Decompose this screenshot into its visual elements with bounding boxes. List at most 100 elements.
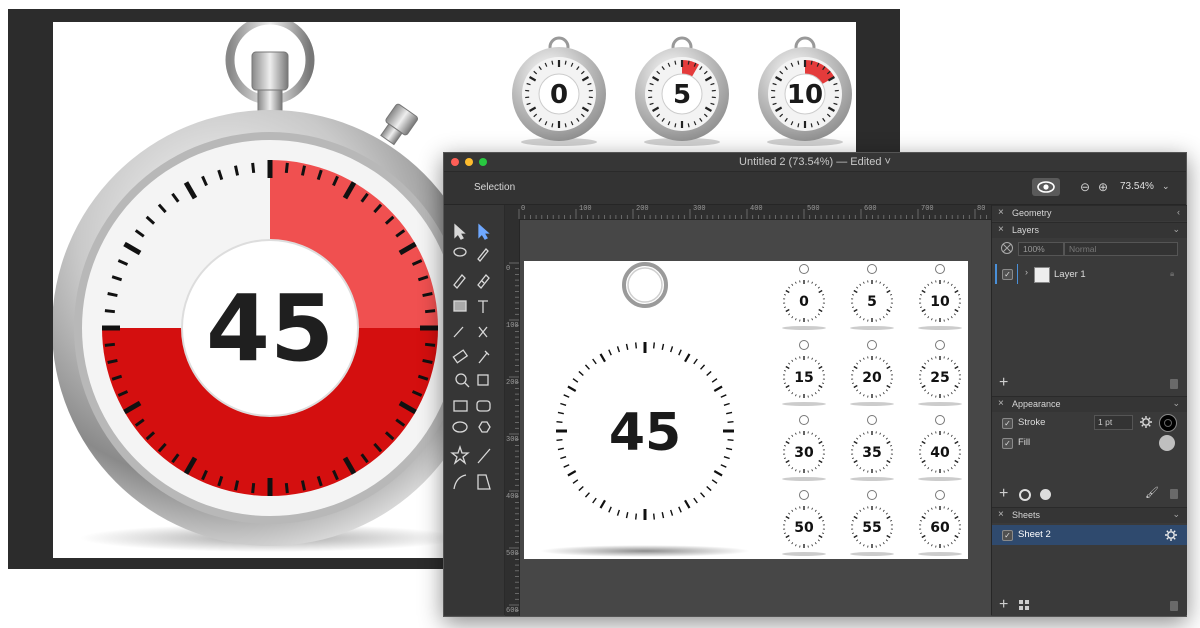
- selection-mode-label[interactable]: Selection: [474, 182, 515, 193]
- zoom-dropdown-chevron-icon[interactable]: ⌄: [1162, 181, 1170, 192]
- stroke-color-swatch[interactable]: [1159, 414, 1177, 432]
- sheet-name[interactable]: Sheet 2: [1018, 529, 1051, 540]
- window-title[interactable]: Untitled 2 (73.54%) — Edited ˅: [444, 156, 1186, 168]
- ruler-label: 0: [521, 205, 526, 213]
- artboard-timer[interactable]: 30: [782, 415, 826, 482]
- big-timer-label: 45: [206, 275, 334, 382]
- ruler-label: 200: [636, 205, 649, 213]
- artboard[interactable]: 45 0 5 10 15 20 25 30 35 40 50 55 60: [524, 261, 968, 559]
- text-tool-icon[interactable]: [478, 300, 488, 313]
- node-tool-icon[interactable]: [478, 223, 490, 240]
- stroke-width-field[interactable]: 1 pt: [1094, 415, 1133, 430]
- pencil-tool-icon[interactable]: [453, 274, 466, 289]
- vector-brush-tool-icon[interactable]: [477, 274, 490, 289]
- transform-tool-icon[interactable]: [477, 374, 489, 386]
- polygon-tool-icon[interactable]: [478, 421, 491, 433]
- add-stroke-icon[interactable]: [1019, 489, 1031, 501]
- pen-tool-icon[interactable]: [477, 248, 489, 262]
- artboard-dial-tick: [599, 353, 606, 363]
- sheets-panel-header[interactable]: × Sheets ⌄: [992, 507, 1187, 523]
- chevron-down-icon[interactable]: ⌄: [1172, 224, 1180, 235]
- appearance-panel-header[interactable]: × Appearance ⌄: [992, 396, 1187, 412]
- zoom-in-icon[interactable]: ⊕: [1098, 180, 1108, 194]
- lock-icon[interactable]: 🔒︎: [1170, 269, 1174, 279]
- horizontal-ruler[interactable]: 0 100 200 300 400 500 600 700 80: [505, 205, 991, 220]
- sheet-grid-icon[interactable]: [1018, 599, 1030, 611]
- chevron-down-icon[interactable]: ⌄: [1172, 398, 1180, 409]
- opacity-icon[interactable]: [1000, 241, 1014, 255]
- stroke-checkbox[interactable]: ✓: [1002, 418, 1013, 429]
- brush-icon[interactable]: 🖌︎: [1145, 486, 1159, 499]
- title-bar[interactable]: Untitled 2 (73.54%) — Edited ˅: [444, 153, 1186, 172]
- artboard-timer-label: 55: [862, 520, 881, 536]
- opacity-field[interactable]: 100%: [1018, 242, 1064, 256]
- artboard-dial-tick: [625, 343, 629, 350]
- artboard-timer[interactable]: 15: [782, 340, 826, 407]
- gear-icon[interactable]: [1164, 528, 1178, 542]
- artboard-timer[interactable]: 55: [850, 490, 894, 557]
- stroke-label: Stroke: [1018, 417, 1046, 428]
- zoom-tool-icon[interactable]: [455, 373, 467, 385]
- gear-icon[interactable]: [1139, 415, 1153, 429]
- delete-appearance-icon[interactable]: [1170, 489, 1178, 499]
- star-tool-icon[interactable]: [450, 444, 470, 465]
- knife-tool-icon[interactable]: [453, 326, 464, 338]
- artboard-timer[interactable]: 10: [918, 264, 962, 331]
- chevron-right-icon[interactable]: ›: [1025, 267, 1028, 277]
- gradient-tool-icon[interactable]: [453, 300, 467, 312]
- delete-layer-icon[interactable]: [1170, 379, 1178, 389]
- scissors-tool-icon[interactable]: [478, 326, 488, 338]
- add-layer-icon[interactable]: +: [999, 375, 1008, 391]
- add-fill-icon[interactable]: [1040, 489, 1051, 500]
- artboard-dial-tick: [678, 349, 682, 356]
- sheet-row-selected[interactable]: ✓ Sheet 2: [992, 525, 1187, 545]
- view-mode-button[interactable]: [1032, 178, 1060, 196]
- artboard-timer[interactable]: 20: [850, 340, 894, 407]
- close-icon[interactable]: ×: [998, 398, 1004, 409]
- add-appearance-icon[interactable]: +: [999, 486, 1008, 502]
- fill-color-swatch[interactable]: [1159, 435, 1175, 451]
- zoom-out-icon[interactable]: ⊖: [1080, 180, 1090, 194]
- layer-name[interactable]: Layer 1: [1054, 269, 1086, 280]
- close-icon[interactable]: ×: [998, 224, 1004, 235]
- sheet-visibility-checkbox[interactable]: ✓: [1002, 530, 1013, 541]
- zoom-level[interactable]: 73.54%: [1120, 181, 1154, 192]
- artboard-timer[interactable]: 35: [850, 415, 894, 482]
- arc-tool-icon[interactable]: [453, 474, 467, 490]
- artboard-dial-tick: [584, 492, 590, 498]
- add-sheet-icon[interactable]: +: [999, 597, 1008, 613]
- lasso-tool-icon[interactable]: [453, 247, 467, 257]
- rectangle-tool-icon[interactable]: [453, 400, 468, 412]
- appearance-title: Appearance: [1012, 399, 1061, 409]
- line-tool-icon[interactable]: [477, 448, 491, 464]
- artboard-timer[interactable]: 5: [850, 264, 894, 331]
- ellipse-tool-icon[interactable]: [452, 421, 468, 433]
- layers-panel-header[interactable]: × Layers ⌄: [992, 222, 1187, 238]
- layer-visibility-checkbox[interactable]: ✓: [1002, 269, 1013, 280]
- eyedropper-tool-icon[interactable]: [478, 350, 490, 364]
- artboard-timer[interactable]: 25: [918, 340, 962, 407]
- blend-mode-select[interactable]: Normal: [1064, 242, 1178, 256]
- artboard-timer[interactable]: 60: [918, 490, 962, 557]
- artboard-timer-label: 0: [799, 294, 809, 310]
- chevron-left-icon[interactable]: ‹: [1177, 207, 1180, 217]
- artboard-tool-icon[interactable]: [477, 474, 491, 490]
- close-icon[interactable]: ×: [998, 509, 1004, 520]
- eraser-tool-icon[interactable]: [452, 349, 469, 364]
- vertical-ruler[interactable]: 0 100 200 300 400 500 600: [505, 219, 520, 616]
- rounded-rect-tool-icon[interactable]: [476, 400, 491, 412]
- artboard-timer[interactable]: 40: [918, 415, 962, 482]
- close-icon[interactable]: ×: [998, 207, 1004, 218]
- artboard-timer[interactable]: 50: [782, 490, 826, 557]
- dial-tick: [284, 482, 289, 494]
- artboard-timer-label: 50: [794, 520, 814, 536]
- chevron-down-icon[interactable]: ⌄: [1172, 509, 1180, 520]
- artboard-dial-tick: [557, 411, 564, 415]
- move-tool-icon[interactable]: [454, 223, 466, 240]
- artboard-timer[interactable]: 0: [782, 264, 826, 331]
- ruler-label: 600: [506, 607, 519, 615]
- fill-checkbox[interactable]: ✓: [1002, 438, 1013, 449]
- geometry-panel-header[interactable]: × Geometry ‹: [992, 205, 1187, 221]
- layer-row[interactable]: ✓ › Layer 1 🔒︎: [992, 263, 1187, 285]
- delete-sheet-icon[interactable]: [1170, 601, 1178, 611]
